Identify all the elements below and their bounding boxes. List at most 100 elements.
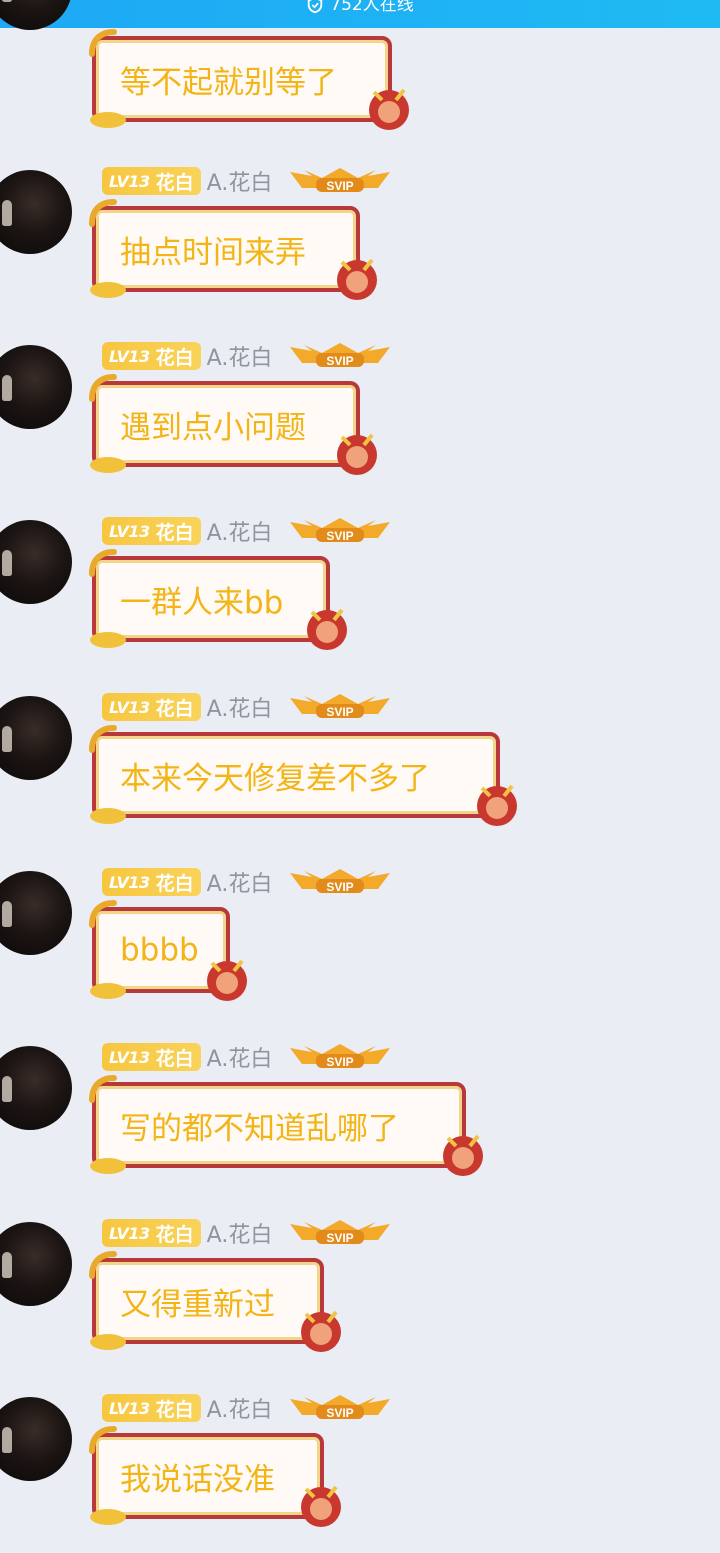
level-badge[interactable]: LV13 花白 <box>102 342 201 370</box>
message-bubble[interactable]: 本来今天修复差不多了 <box>89 725 517 826</box>
lion-mascot-icon <box>307 608 347 650</box>
bubble-corner-ornament-icon <box>90 1158 126 1174</box>
avatar[interactable] <box>0 1222 72 1306</box>
level-label: LV13 <box>109 697 150 717</box>
message-bubble[interactable]: 遇到点小问题 <box>89 374 377 475</box>
nickname[interactable]: A.花白 <box>207 866 273 898</box>
level-label: LV13 <box>109 171 150 191</box>
message-bubble[interactable]: 我说话没准 <box>89 1426 341 1527</box>
svip-badge-icon[interactable]: SVIP <box>288 341 392 371</box>
message-bubble[interactable]: 等不起就别等了 <box>89 29 409 130</box>
bubble-corner-ornament-icon <box>90 1509 126 1525</box>
lion-mascot-icon <box>301 1310 341 1352</box>
level-badge[interactable]: LV13 花白 <box>102 693 201 721</box>
message-bubble[interactable]: bbbb <box>89 900 247 1001</box>
message-meta: LV13 花白 A.花白 SVIP <box>102 166 392 196</box>
bubble-corner-ornament-icon <box>90 808 126 824</box>
nickname[interactable]: A.花白 <box>207 691 273 723</box>
level-badge[interactable]: LV13 花白 <box>102 1394 201 1422</box>
title-label: 花白 <box>155 1223 194 1246</box>
nickname[interactable]: A.花白 <box>207 340 273 372</box>
chat-message: LV13 花白 A.花白 SVIP 我说话没准 <box>0 1393 720 1553</box>
level-label: LV13 <box>109 1047 150 1067</box>
svip-label: SVIP <box>327 354 354 368</box>
avatar[interactable] <box>0 1397 72 1481</box>
bubble-corner-ornament-icon <box>89 725 117 753</box>
nickname[interactable]: A.花白 <box>207 1041 273 1073</box>
bubble-corner-ornament-icon <box>90 282 126 298</box>
lion-mascot-icon <box>301 1485 341 1527</box>
svip-badge-icon[interactable]: SVIP <box>288 516 392 546</box>
level-badge[interactable]: LV13 花白 <box>102 1219 201 1247</box>
chat-message: LV13 花白 A.花白 SVIP 抽点时间来弄 <box>0 166 720 326</box>
bubble-corner-ornament-icon <box>90 632 126 648</box>
svip-label: SVIP <box>327 179 354 193</box>
chat-message: LV13 花白 A.花白 SVIP bbbb <box>0 867 720 1027</box>
lion-mascot-icon <box>337 258 377 300</box>
title-label: 花白 <box>155 1398 194 1421</box>
svip-badge-icon[interactable]: SVIP <box>288 1393 392 1423</box>
message-meta: LV13 花白 A.花白 SVIP <box>102 867 392 897</box>
message-meta: LV13 花白 A.花白 SVIP <box>102 692 392 722</box>
level-label: LV13 <box>109 346 150 366</box>
avatar[interactable] <box>0 871 72 955</box>
message-text: bbbb <box>120 932 199 968</box>
avatar[interactable] <box>0 0 72 30</box>
svip-badge-icon[interactable]: SVIP <box>288 1042 392 1072</box>
level-badge[interactable]: LV13 花白 <box>102 517 201 545</box>
message-bubble[interactable]: 写的都不知道乱哪了 <box>89 1075 483 1176</box>
nickname[interactable]: A.花白 <box>207 515 273 547</box>
title-label: 花白 <box>155 697 194 720</box>
message-bubble[interactable]: 抽点时间来弄 <box>89 199 377 300</box>
level-label: LV13 <box>109 872 150 892</box>
avatar[interactable] <box>0 170 72 254</box>
bubble-corner-ornament-icon <box>90 1334 126 1350</box>
bubble-corner-ornament-icon <box>90 112 126 128</box>
chat-message: 等不起就别等了 <box>0 0 720 156</box>
title-label: 花白 <box>155 872 194 895</box>
bubble-corner-ornament-icon <box>90 983 126 999</box>
svip-label: SVIP <box>327 1231 354 1245</box>
svip-badge-icon[interactable]: SVIP <box>288 1218 392 1248</box>
svip-label: SVIP <box>327 880 354 894</box>
svip-label: SVIP <box>327 1406 354 1420</box>
message-meta: LV13 花白 A.花白 SVIP <box>102 341 392 371</box>
nickname[interactable]: A.花白 <box>207 165 273 197</box>
message-meta: LV13 花白 A.花白 SVIP <box>102 1218 392 1248</box>
lion-mascot-icon <box>477 784 517 826</box>
chat-message: LV13 花白 A.花白 SVIP 本来今天修复差不多了 <box>0 692 720 852</box>
avatar[interactable] <box>0 696 72 780</box>
chat-message: LV13 花白 A.花白 SVIP 遇到点小问题 <box>0 341 720 501</box>
level-label: LV13 <box>109 521 150 541</box>
title-label: 花白 <box>155 1047 194 1070</box>
bubble-corner-ornament-icon <box>90 457 126 473</box>
svip-label: SVIP <box>327 1055 354 1069</box>
lion-mascot-icon <box>443 1134 483 1176</box>
message-text: 写的都不知道乱哪了 <box>120 1110 399 1147</box>
avatar[interactable] <box>0 345 72 429</box>
message-meta: LV13 花白 A.花白 SVIP <box>102 516 392 546</box>
chat-message: LV13 花白 A.花白 SVIP 又得重新过 <box>0 1218 720 1378</box>
svip-badge-icon[interactable]: SVIP <box>288 867 392 897</box>
title-label: 花白 <box>155 346 194 369</box>
nickname[interactable]: A.花白 <box>207 1392 273 1424</box>
level-badge[interactable]: LV13 花白 <box>102 868 201 896</box>
level-label: LV13 <box>109 1223 150 1243</box>
avatar[interactable] <box>0 520 72 604</box>
message-bubble[interactable]: 又得重新过 <box>89 1251 341 1352</box>
message-meta: LV13 花白 A.花白 SVIP <box>102 1042 392 1072</box>
lion-mascot-icon <box>337 433 377 475</box>
message-meta: LV13 花白 A.花白 SVIP <box>102 1393 392 1423</box>
message-text: 本来今天修复差不多了 <box>120 760 430 797</box>
message-text: 遇到点小问题 <box>120 409 306 446</box>
message-bubble[interactable]: 一群人来bb <box>89 549 347 650</box>
chat-message: LV13 花白 A.花白 SVIP 一群人来bb <box>0 516 720 676</box>
nickname[interactable]: A.花白 <box>207 1217 273 1249</box>
level-badge[interactable]: LV13 花白 <box>102 167 201 195</box>
level-badge[interactable]: LV13 花白 <box>102 1043 201 1071</box>
svip-label: SVIP <box>327 529 354 543</box>
svip-badge-icon[interactable]: SVIP <box>288 692 392 722</box>
svip-badge-icon[interactable]: SVIP <box>288 166 392 196</box>
avatar[interactable] <box>0 1046 72 1130</box>
chat-message: LV13 花白 A.花白 SVIP 写的都不知道乱哪了 <box>0 1042 720 1202</box>
